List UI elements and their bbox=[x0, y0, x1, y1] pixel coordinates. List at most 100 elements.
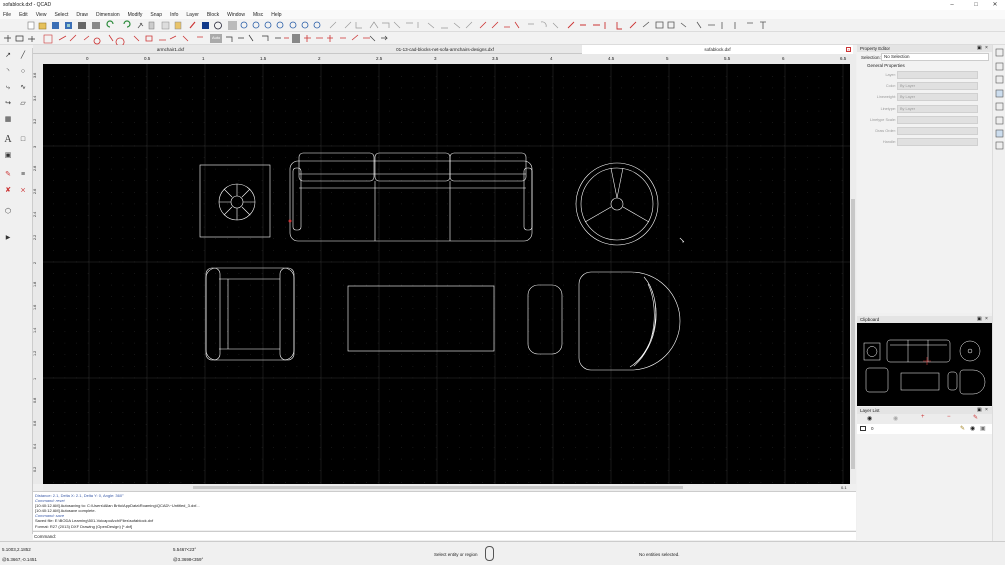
shape-tool-icon[interactable]: ▱ bbox=[17, 98, 29, 110]
eye-icon[interactable]: ◉ bbox=[970, 425, 975, 432]
menu-file[interactable]: File bbox=[3, 12, 11, 18]
freehand-tool-icon[interactable]: ↪ bbox=[2, 98, 14, 110]
maximize-button[interactable]: □ bbox=[969, 1, 983, 9]
block-tool-icon[interactable]: ⬡ bbox=[2, 206, 14, 218]
grid-dot bbox=[76, 308, 77, 309]
menu-modify[interactable]: Modify bbox=[128, 12, 143, 18]
layer-color-swatch[interactable] bbox=[860, 426, 866, 431]
tab-armchair[interactable]: armchair1.dxf bbox=[33, 45, 308, 54]
prop-value[interactable] bbox=[897, 71, 978, 79]
close-window-button[interactable]: ✕ bbox=[988, 1, 1002, 9]
grid-dot bbox=[575, 366, 576, 367]
close-tab-icon[interactable]: × bbox=[846, 47, 851, 52]
snap-toolbar-icons[interactable] bbox=[0, 32, 400, 45]
pencil-icon[interactable]: ✎ bbox=[960, 425, 965, 432]
menu-layer[interactable]: Layer bbox=[186, 12, 199, 18]
command-line[interactable]: Command: bbox=[33, 531, 856, 540]
grid-dot bbox=[586, 122, 588, 123]
prop-value[interactable] bbox=[897, 126, 978, 135]
menu-view[interactable]: View bbox=[36, 12, 47, 18]
selection-dropdown[interactable]: No Selection bbox=[881, 53, 989, 61]
snap-tool-icon[interactable]: ≡ bbox=[17, 169, 29, 181]
cad-drawing[interactable] bbox=[43, 64, 850, 484]
grid-dot bbox=[296, 458, 298, 460]
menu-snap[interactable]: Snap bbox=[150, 12, 162, 18]
grid-dot bbox=[841, 76, 843, 77]
circle-tool-icon[interactable]: ○ bbox=[17, 66, 29, 78]
grid-dot bbox=[273, 308, 274, 309]
prop-value[interactable]: By Layer bbox=[897, 104, 978, 113]
dimension-tool-icon[interactable]: □ bbox=[17, 134, 29, 146]
arc-tool-icon[interactable]: ◝ bbox=[2, 66, 14, 78]
show-all-layers-icon[interactable]: ◉ bbox=[867, 415, 872, 422]
vertical-scrollbar[interactable] bbox=[850, 54, 856, 484]
hide-all-layers-icon[interactable]: ◉ bbox=[893, 415, 898, 422]
edit-layer-icon[interactable]: ✎ bbox=[973, 414, 978, 421]
grid-dot bbox=[656, 377, 657, 379]
grid-dot bbox=[87, 319, 89, 321]
spline-tool-icon[interactable]: ∿ bbox=[17, 82, 29, 94]
grid-dot bbox=[169, 400, 170, 402]
grid-dot bbox=[795, 366, 796, 367]
grid-dot bbox=[818, 342, 820, 344]
relative-coordinate: @5.3667,-0.1451 bbox=[2, 557, 37, 562]
edit-tool-icon[interactable]: ✘ bbox=[2, 185, 14, 197]
tab-sofa-designs[interactable]: 01-13-cad-blocks-net-sofa-armchairs-desi… bbox=[309, 45, 581, 54]
polyline-tool-icon[interactable]: ⤷ bbox=[2, 82, 14, 94]
grid-dot bbox=[308, 168, 309, 170]
float-panel-icon[interactable]: ▣ bbox=[977, 407, 982, 414]
expand-arrow-icon[interactable]: ▶ bbox=[2, 232, 14, 244]
grid-dot bbox=[551, 157, 553, 158]
select-tool-icon[interactable]: ↗ bbox=[2, 50, 14, 62]
grid-dot bbox=[377, 470, 379, 471]
snap-auto-label[interactable]: Auto bbox=[212, 35, 220, 40]
menu-window[interactable]: Window bbox=[227, 12, 245, 18]
tab-sofablock[interactable]: sofablock.dxf × bbox=[582, 45, 853, 54]
horizontal-scrollbar[interactable]: 0.1 bbox=[43, 484, 850, 491]
close-panel-icon[interactable]: × bbox=[985, 316, 988, 323]
menu-misc[interactable]: Misc bbox=[253, 12, 263, 18]
drawing-canvas[interactable] bbox=[43, 64, 850, 484]
grid-dot bbox=[656, 319, 657, 321]
grid-dot bbox=[180, 284, 182, 286]
image-tool-icon[interactable]: ▣ bbox=[2, 150, 14, 162]
grid-dot bbox=[505, 389, 506, 390]
clipboard-preview[interactable] bbox=[857, 323, 992, 406]
menu-info[interactable]: Info bbox=[170, 12, 178, 18]
menu-draw[interactable]: Draw bbox=[76, 12, 88, 18]
grid-dot bbox=[134, 250, 135, 251]
menu-block[interactable]: Block bbox=[207, 12, 219, 18]
float-panel-icon[interactable]: ▣ bbox=[977, 45, 982, 52]
prop-value[interactable]: By Layer bbox=[897, 93, 978, 102]
grid-dot bbox=[424, 87, 425, 89]
layer-row[interactable]: 0 ✎ ◉ ▣ bbox=[857, 424, 992, 434]
grid-dot bbox=[53, 470, 54, 471]
float-panel-icon[interactable]: ▣ bbox=[977, 316, 982, 323]
trim-tool-icon[interactable]: ⨯ bbox=[17, 185, 29, 197]
text-tool-icon[interactable]: A bbox=[2, 134, 14, 146]
main-toolbar-icons[interactable] bbox=[0, 19, 780, 32]
minimize-button[interactable]: – bbox=[945, 1, 959, 9]
prop-value[interactable]: By Layer bbox=[897, 82, 978, 91]
line-tool-icon[interactable]: ╱ bbox=[17, 50, 29, 62]
modify-tool-icon[interactable]: ✎ bbox=[2, 169, 14, 181]
menu-dimension[interactable]: Dimension bbox=[96, 12, 120, 18]
grid-dot bbox=[586, 215, 588, 216]
dock-icons[interactable] bbox=[993, 45, 1005, 155]
prop-value[interactable] bbox=[897, 115, 978, 124]
grid-dot bbox=[563, 122, 564, 123]
menu-select[interactable]: Select bbox=[54, 12, 68, 18]
menu-help[interactable]: Help bbox=[271, 12, 281, 18]
close-panel-icon[interactable]: × bbox=[985, 45, 988, 52]
grid-dot bbox=[795, 273, 796, 274]
grid-dot bbox=[366, 424, 367, 425]
hatch-tool-icon[interactable]: ▦ bbox=[2, 114, 14, 126]
remove-layer-icon[interactable]: − bbox=[947, 414, 951, 420]
lock-icon[interactable]: ▣ bbox=[980, 425, 986, 432]
grid-dot bbox=[203, 273, 205, 274]
add-layer-icon[interactable]: + bbox=[921, 414, 925, 420]
prop-value[interactable] bbox=[897, 138, 978, 147]
grid-dot bbox=[111, 412, 112, 413]
menu-edit[interactable]: Edit bbox=[19, 12, 28, 18]
close-panel-icon[interactable]: × bbox=[985, 407, 988, 414]
